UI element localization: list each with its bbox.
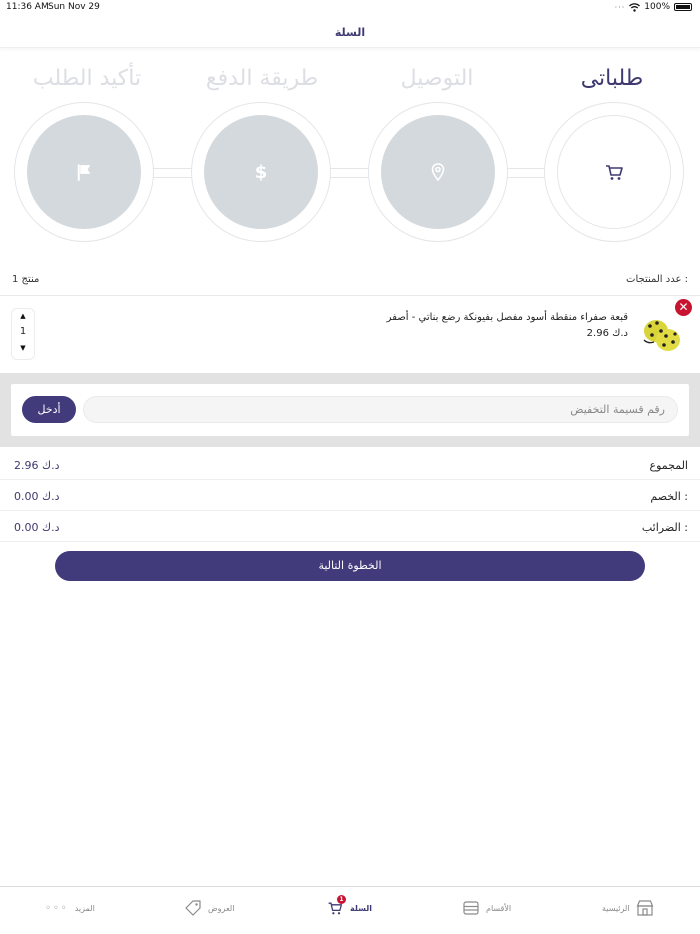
product-price: 2.96 د.ك xyxy=(586,328,628,339)
step-label-payment: طريقة الدفع xyxy=(205,66,319,91)
taxes-label: الضرائب : xyxy=(641,521,688,534)
tab-offers-label: العروض xyxy=(208,903,235,913)
battery-icon xyxy=(674,3,692,11)
cart-tab-icon: 1 xyxy=(326,895,346,917)
step-label-delivery: التوصيل xyxy=(400,66,474,91)
more-dots-icon: ◦◦◦ xyxy=(45,902,69,914)
step-connector xyxy=(153,168,193,178)
tab-more[interactable]: ◦◦◦ المزيد xyxy=(45,897,95,919)
step-payment[interactable]: $ xyxy=(191,102,331,242)
page-title: السلة xyxy=(334,26,366,39)
dollar-icon: $ xyxy=(254,161,268,183)
coupon-card: رقم قسيمة التخفيض أدخل xyxy=(11,384,689,436)
product-count-label: عدد المنتجات : xyxy=(626,274,688,285)
store-icon xyxy=(636,900,653,916)
cart-icon xyxy=(606,165,623,180)
battery-percent: 100% xyxy=(644,2,670,12)
quantity-value: 1 xyxy=(19,326,27,337)
step-delivery[interactable] xyxy=(368,102,508,242)
product-image[interactable] xyxy=(640,314,682,354)
coupon-input[interactable]: رقم قسيمة التخفيض xyxy=(83,396,678,423)
tab-more-label: المزيد xyxy=(74,903,95,913)
total-row-taxes: الضرائب : 0.00 د.ك xyxy=(0,511,700,542)
decrease-quantity-button[interactable]: ▼ xyxy=(12,341,34,355)
tab-categories-label: الأقسام xyxy=(486,903,512,913)
status-time: 11:36 AM xyxy=(6,2,49,12)
apply-coupon-button[interactable]: أدخل xyxy=(22,396,76,423)
status-date: Sun Nov 29 xyxy=(48,2,100,12)
step-connector xyxy=(505,168,547,178)
product-count-row: عدد المنتجات : 1 منتج xyxy=(0,272,700,294)
tab-bar: الرئيسية الأقسام 1 السلة العروض ◦◦◦ المز… xyxy=(0,886,700,934)
tab-home[interactable]: الرئيسية xyxy=(602,897,654,919)
tab-offers[interactable]: العروض xyxy=(184,897,234,919)
subtotal-label: المجموع xyxy=(649,459,688,472)
coupon-section: رقم قسيمة التخفيض أدخل xyxy=(0,373,700,447)
tab-cart[interactable]: 1 السلة xyxy=(326,895,373,919)
multitask-dots-icon: ··· xyxy=(614,2,626,12)
quantity-stepper: ▲ 1 ▼ xyxy=(11,308,35,360)
close-icon: ✕ xyxy=(678,300,689,314)
tab-categories[interactable]: الأقسام xyxy=(462,897,511,919)
total-row-subtotal: المجموع 2.96 د.ك xyxy=(0,449,700,480)
tag-icon xyxy=(185,900,201,916)
subtotal-value: 2.96 د.ك xyxy=(14,459,60,472)
wifi-icon xyxy=(629,2,641,12)
location-pin-icon xyxy=(431,163,445,182)
cart-item: ✕ قبعة صفراء منقطة أسود مفصل بفيونكة رضع… xyxy=(0,296,700,372)
product-name[interactable]: قبعة صفراء منقطة أسود مفصل بفيونكة رضع ب… xyxy=(387,312,628,323)
next-step-button[interactable]: الخطوة التالية xyxy=(55,551,645,581)
cart-badge: 1 xyxy=(337,895,346,904)
product-count-value: 1 منتج xyxy=(12,274,40,285)
status-right: ··· 100% xyxy=(615,2,692,12)
taxes-value: 0.00 د.ك xyxy=(14,521,60,534)
tab-cart-label: السلة xyxy=(350,903,373,913)
total-row-discount: الخصم : 0.00 د.ك xyxy=(0,480,700,511)
status-bar: 11:36 AM Sun Nov 29 ··· 100% xyxy=(0,0,700,14)
discount-value: 0.00 د.ك xyxy=(14,490,60,503)
step-label-my-orders: طلباتى xyxy=(580,66,644,91)
step-label-confirm: تأكيد الطلب xyxy=(32,66,142,91)
flag-icon xyxy=(77,164,91,181)
tab-home-label: الرئيسية xyxy=(602,903,630,913)
step-my-orders[interactable] xyxy=(544,102,684,242)
increase-quantity-button[interactable]: ▲ xyxy=(12,309,34,323)
step-confirm[interactable] xyxy=(14,102,154,242)
step-connector xyxy=(330,168,370,178)
categories-icon xyxy=(463,901,479,915)
nav-header: السلة xyxy=(0,14,700,48)
discount-label: الخصم : xyxy=(650,490,688,503)
